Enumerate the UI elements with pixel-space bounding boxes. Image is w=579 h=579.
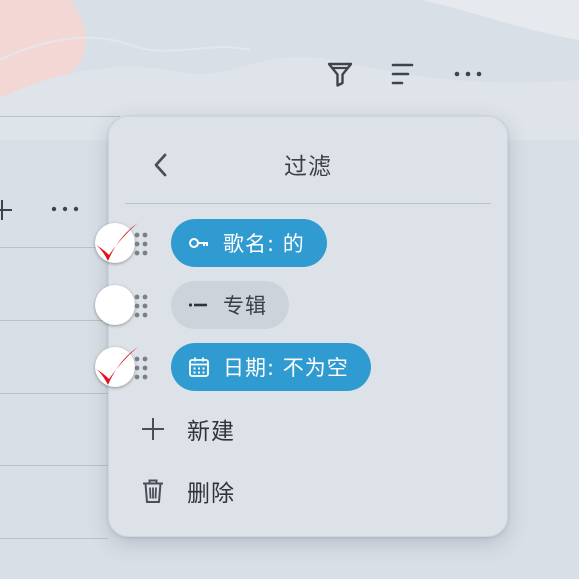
funnel-icon [327,62,353,87]
filter-chip-date[interactable]: 日期: 不为空 [171,343,371,391]
drag-handle-icon[interactable] [133,231,149,257]
table-row [0,465,108,466]
plus-icon [0,200,12,220]
new-filter-label: 新建 [187,419,235,445]
delete-filter-label: 删除 [187,481,235,507]
table-row [0,320,108,321]
filter-chip-album[interactable]: 专辑 [171,281,289,329]
key-icon [187,231,211,255]
filter-button[interactable] [322,56,358,92]
filter-chip-label: 日期: 不为空 [223,356,349,380]
filter-toggle-unchecked[interactable] [95,285,135,325]
plus-icon [139,415,167,443]
add-column-button[interactable] [0,198,14,222]
drag-handle-icon[interactable] [133,355,149,381]
filter-toggle-checked[interactable] [95,223,138,263]
popover-title: 过滤 [284,154,332,180]
filter-chip-label: 专辑 [223,294,267,318]
filter-toggle-checked[interactable] [95,347,138,387]
column-more-button[interactable] [48,197,84,221]
new-filter-button[interactable]: 新建 [139,409,235,449]
filter-chip-label: 歌名: 的 [223,232,305,256]
divider [125,203,491,204]
delete-filter-button[interactable]: 删除 [139,471,235,511]
filter-popover: 过滤 歌名: 的 专辑 日期: 不为空 新建 删除 [95,116,508,537]
sort-button[interactable] [385,56,421,92]
more-dots-icon [51,206,79,212]
minus-icon [187,293,211,317]
drag-handle-icon[interactable] [133,293,149,319]
header-divider [0,116,120,117]
filter-chip-song-name[interactable]: 歌名: 的 [171,219,327,267]
calendar-icon [187,355,211,379]
filter-item: 专辑 [95,280,425,330]
table-row [0,538,108,539]
filter-item: 歌名: 的 [95,218,425,268]
trash-icon [139,477,167,505]
more-dots-icon [454,71,482,77]
table-row [0,393,108,394]
sort-lines-icon [391,63,414,85]
filter-item: 日期: 不为空 [95,342,425,392]
more-button[interactable] [450,56,486,92]
